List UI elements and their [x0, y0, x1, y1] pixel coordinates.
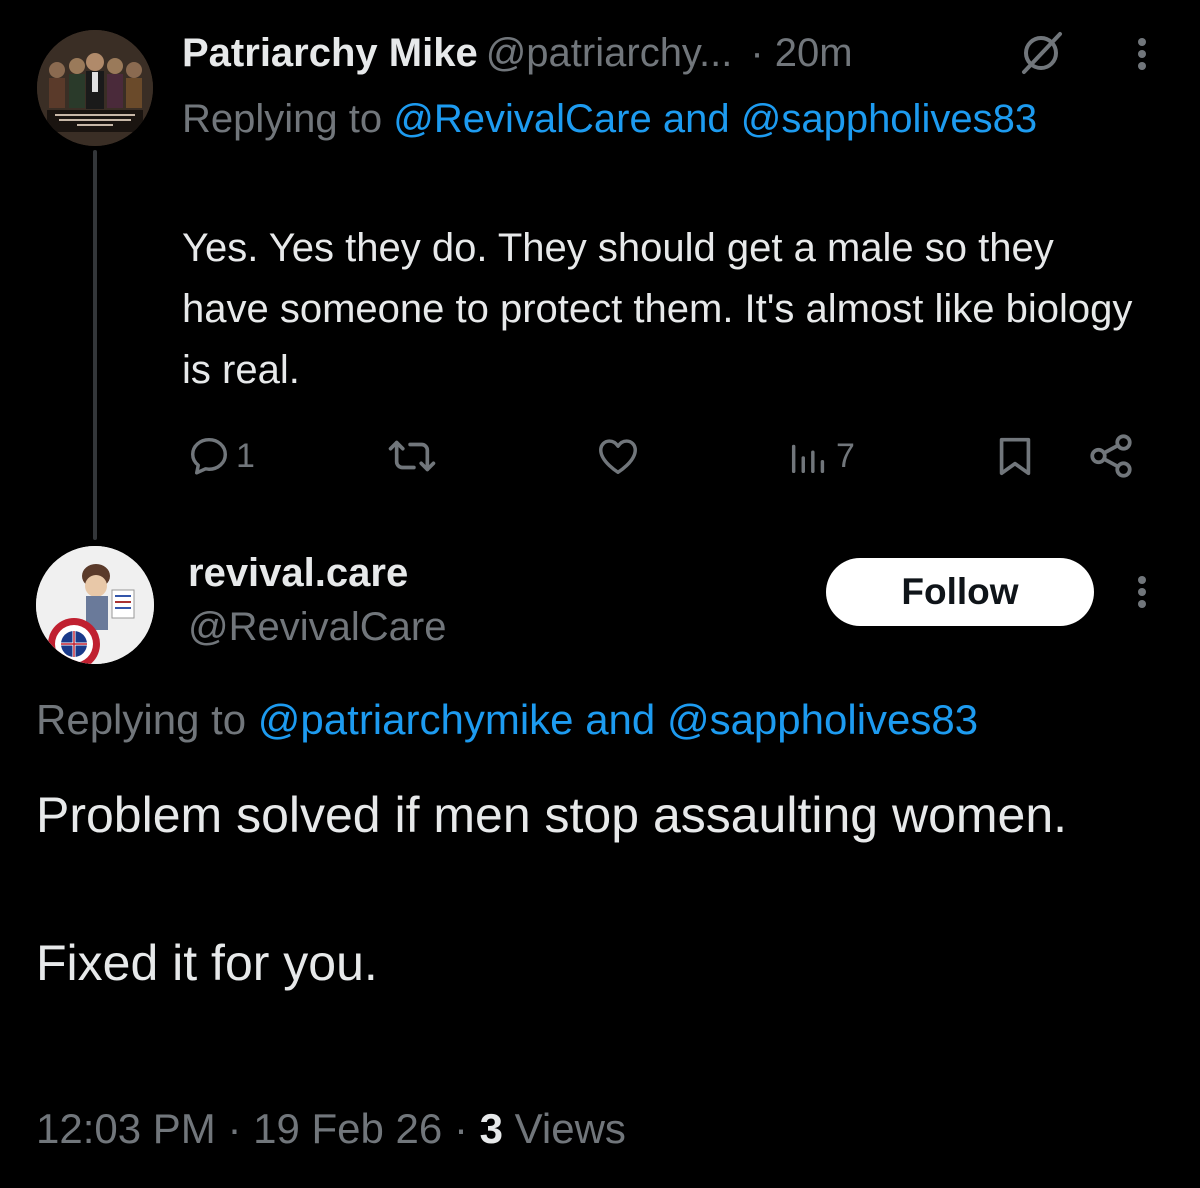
avatar-patriarchy-mike[interactable]	[37, 30, 153, 146]
share-button[interactable]	[1086, 428, 1136, 484]
follow-button[interactable]: Follow	[826, 558, 1094, 626]
more-options-icon[interactable]	[1124, 572, 1160, 612]
reply-icon	[190, 437, 228, 475]
tweet-date[interactable]: 19 Feb 26	[253, 1105, 442, 1152]
tweet-metadata: 12:03 PM · 19 Feb 26 · 3 Views	[36, 1102, 626, 1156]
avatar-image	[36, 546, 154, 664]
views-icon	[791, 444, 825, 474]
reply-count: 1	[236, 436, 255, 475]
parent-author-handle[interactable]: @patriarchy...	[486, 31, 733, 75]
reply-replying-to: Replying to @patriarchymike and @sapphol…	[36, 692, 978, 748]
tweet-views-count: 3	[479, 1105, 503, 1152]
grok-icon[interactable]	[1016, 28, 1066, 78]
bookmark-icon	[999, 437, 1031, 476]
tweet-views-label: Views	[514, 1105, 626, 1152]
replying-prefix: Replying to	[182, 97, 383, 141]
mention-link[interactable]: @patriarchymike	[258, 696, 574, 743]
mention-link[interactable]: @RevivalCare	[393, 97, 651, 141]
parent-author-name[interactable]: Patriarchy Mike	[182, 31, 478, 75]
bookmark-button[interactable]	[992, 428, 1038, 484]
parent-tweet-text: Yes. Yes they do. They should get a male…	[182, 226, 1133, 392]
views-button[interactable]: 7	[786, 428, 855, 484]
mention-link[interactable]: @sappholives83	[667, 696, 978, 743]
reply-tweet-text: Problem solved if men stop assaulting wo…	[36, 787, 1068, 991]
retweet-icon	[388, 440, 436, 472]
like-icon	[599, 439, 637, 475]
reply-author-handle[interactable]: @RevivalCare	[188, 602, 446, 652]
separator-dot: ·	[227, 1105, 242, 1152]
avatar-revival-care[interactable]	[36, 546, 154, 664]
tweet-time[interactable]: 12:03 PM	[36, 1105, 216, 1152]
like-button[interactable]	[594, 428, 646, 484]
more-options-icon[interactable]	[1124, 34, 1160, 74]
replying-and: and	[585, 696, 656, 743]
reply-button[interactable]: 1	[186, 428, 255, 484]
retweet-button[interactable]	[386, 428, 442, 484]
thread-connector-line	[93, 150, 97, 540]
share-icon	[1090, 434, 1132, 478]
replying-prefix: Replying to	[36, 696, 247, 743]
parent-replying-to: Replying to @RevivalCare and @sappholive…	[182, 88, 1042, 150]
reply-author-name[interactable]: revival.care	[188, 548, 408, 598]
mention-link[interactable]: @sappholives83	[741, 97, 1037, 141]
parent-tweet-time[interactable]: · 20m	[750, 31, 852, 75]
views-count: 7	[836, 436, 855, 475]
parent-tweet-header: Patriarchy Mike @patriarchy... · 20m	[182, 28, 853, 78]
avatar-image	[37, 30, 153, 146]
replying-and: and	[662, 97, 730, 141]
separator-dot: ·	[453, 1105, 468, 1152]
